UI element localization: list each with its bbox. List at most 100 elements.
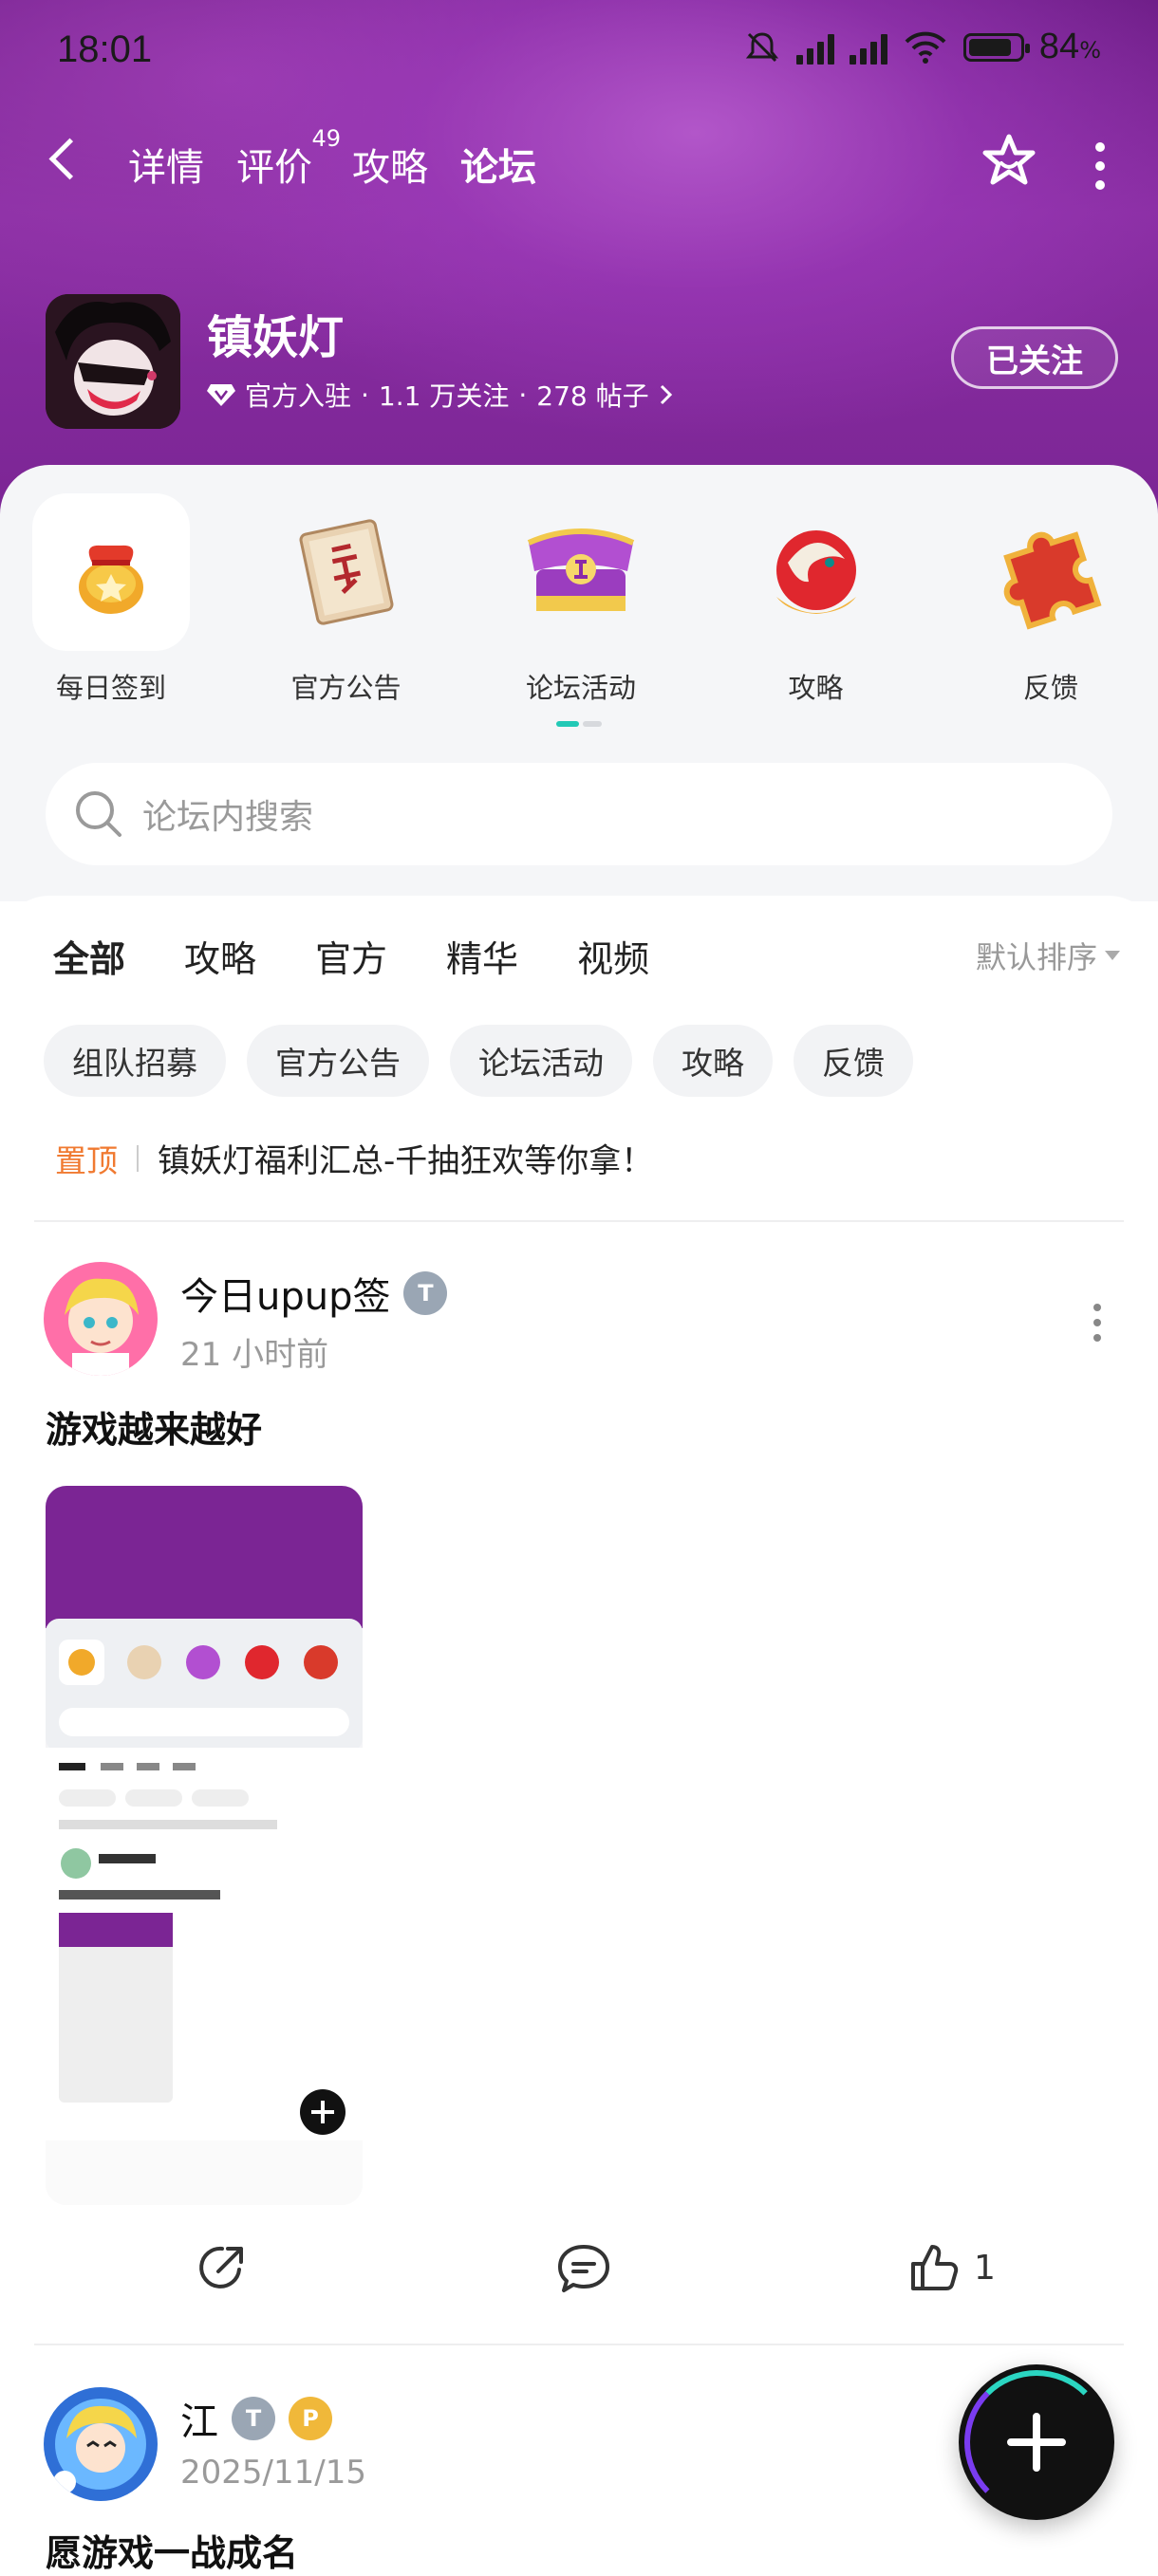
post-author[interactable]: 江 T P [180, 2391, 332, 2446]
entry-label: 攻略 [788, 672, 844, 704]
entry-label: 官方公告 [290, 672, 402, 704]
pinned-tag: 置顶 [55, 1141, 118, 1179]
post-text[interactable]: 愿游戏一战成名 [46, 2524, 298, 2576]
comment-icon [558, 2245, 609, 2292]
thumbs-up-icon [911, 2245, 959, 2290]
chip-feedback[interactable]: 反馈 [794, 1025, 913, 1097]
official-diamond-icon [207, 384, 235, 406]
puzzle-icon [972, 493, 1130, 651]
tab-official[interactable]: 官方 [315, 930, 387, 982]
post-author[interactable]: 今日upup签 T [180, 1266, 448, 1321]
status-time: 18:01 [57, 28, 153, 70]
chip-forum-events[interactable]: 论坛活动 [450, 1025, 632, 1097]
author-name: 江 [180, 2400, 218, 2444]
meta-sep: · [361, 379, 369, 411]
status-bar: 18:01 84% [0, 0, 1158, 104]
tab-all[interactable]: 全部 [53, 930, 126, 990]
scroll-icon [268, 493, 425, 651]
pinned-title: 镇妖灯福利汇总-千抽狂欢等你拿！ [158, 1142, 654, 1180]
forum-search-bar[interactable]: 论坛内搜索 [46, 763, 1112, 865]
pinned-separator [137, 1144, 139, 1172]
chip-announcements[interactable]: 官方公告 [247, 1025, 429, 1097]
entry-forum-events[interactable]: 论坛活动 [500, 493, 662, 706]
category-tabs: 全部 攻略 官方 精华 视频 [53, 930, 649, 990]
battery-text: 84% [1039, 27, 1101, 67]
tab-featured[interactable]: 精华 [446, 930, 518, 982]
entry-label: 论坛活动 [525, 672, 636, 704]
quick-entries: 每日签到 官方公告 论坛活动 攻略 反馈 [30, 493, 1131, 706]
battery-fill [968, 38, 1011, 56]
caret-down-icon [1105, 951, 1120, 960]
entry-daily-checkin[interactable]: 每日签到 [30, 493, 192, 706]
tab-guides[interactable]: 攻略 [352, 137, 428, 192]
wifi-icon [905, 31, 946, 64]
post-text[interactable]: 游戏越来越好 [46, 1400, 262, 1453]
avatar[interactable] [44, 2387, 158, 2501]
level-badge-icon: T [403, 1271, 448, 1315]
game-info: 镇妖灯 官方入驻 · 1.1 万关注 · 278 帖子 已关注 [46, 294, 1118, 429]
entry-label: 每日签到 [55, 672, 166, 704]
post-header: 江 T P 2025/11/15 [44, 2387, 1116, 2501]
game-name: 镇妖灯 [207, 311, 345, 364]
search-icon [76, 791, 121, 837]
vip-badge-icon: P [289, 2397, 332, 2440]
post-header: 今日upup签 T 21 小时前 [44, 1262, 1116, 1376]
comment-button[interactable] [556, 2241, 611, 2294]
follow-button[interactable]: 已关注 [951, 326, 1118, 389]
entry-announcements[interactable]: 官方公告 [266, 493, 427, 706]
meta-sep-2: · [518, 379, 528, 411]
tab-reviews[interactable]: 评价 49 [236, 125, 341, 192]
share-icon [199, 2246, 243, 2289]
nav-tabs: 详情 评价 49 攻略 论坛 [128, 125, 542, 197]
divider [34, 2344, 1124, 2345]
divider [34, 1220, 1124, 1222]
status-icons: 84% [743, 27, 1101, 67]
carousel-indicator [556, 721, 602, 727]
tab-details[interactable]: 详情 [128, 137, 204, 192]
create-post-button[interactable] [959, 2364, 1114, 2520]
forum-shortcuts-panel: 每日签到 官方公告 论坛活动 攻略 反馈 论坛内搜索 [0, 465, 1158, 901]
topic-chips: 组队招募 官方公告 论坛活动 攻略 反馈 [44, 1025, 913, 1097]
followers-count: 1.1 万关注 [378, 380, 510, 412]
back-icon[interactable] [48, 138, 91, 180]
like-count: 1 [974, 2248, 996, 2288]
level-badge-icon: T [232, 2397, 275, 2440]
sort-dropdown[interactable]: 默认排序 [976, 934, 1120, 977]
chevron-right-icon [660, 384, 672, 405]
author-name: 今日upup签 [180, 1275, 391, 1319]
tab-forum[interactable]: 论坛 [455, 137, 542, 197]
posts-count: 278 帖子 [536, 380, 649, 412]
tab-strategy[interactable]: 攻略 [184, 930, 256, 982]
pinned-post[interactable]: 置顶 镇妖灯福利汇总-千抽狂欢等你拿！ [55, 1135, 653, 1181]
lucky-bag-icon [32, 493, 190, 651]
more-icon[interactable] [1095, 142, 1109, 190]
battery-percent: 84 [1038, 27, 1080, 66]
post-time: 21 小时前 [180, 1336, 329, 1374]
chest-icon [502, 493, 660, 651]
top-nav: 详情 评价 49 攻略 论坛 [0, 123, 1158, 209]
entry-feedback[interactable]: 反馈 [970, 493, 1131, 706]
entry-label: 反馈 [1022, 672, 1078, 704]
avatar[interactable] [44, 1262, 158, 1376]
chip-team-recruit[interactable]: 组队招募 [44, 1025, 226, 1097]
signal-icon [795, 30, 834, 65]
post-more-icon[interactable] [1093, 1304, 1101, 1342]
battery-icon [962, 32, 1030, 62]
share-button[interactable] [196, 2241, 249, 2294]
sort-label: 默认排序 [975, 939, 1097, 975]
like-button[interactable]: 1 [907, 2241, 996, 2294]
game-avatar[interactable] [46, 294, 180, 429]
favorite-star-icon[interactable] [979, 131, 1039, 192]
tab-reviews-label: 评价 [236, 146, 312, 190]
post-image[interactable] [46, 1486, 363, 2205]
mute-icon [745, 31, 779, 62]
dragon-icon [738, 493, 895, 651]
chip-guides[interactable]: 攻略 [653, 1025, 773, 1097]
post-time: 2025/11/15 [180, 2454, 366, 2492]
entry-guides[interactable]: 攻略 [736, 493, 897, 706]
reviews-count: 49 [311, 125, 341, 152]
tab-video[interactable]: 视频 [577, 930, 649, 982]
search-placeholder: 论坛内搜索 [142, 798, 314, 837]
fab-ring [964, 2370, 1109, 2514]
game-meta[interactable]: 官方入驻 · 1.1 万关注 · 278 帖子 [207, 376, 674, 414]
